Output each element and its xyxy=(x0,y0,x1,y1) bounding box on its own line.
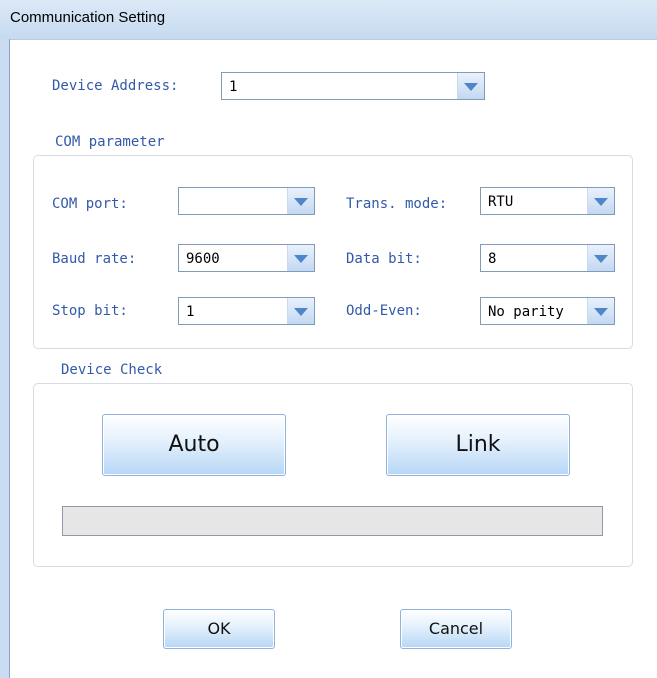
chevron-down-icon[interactable] xyxy=(287,188,314,214)
chevron-down-icon[interactable] xyxy=(287,245,314,271)
ok-button[interactable]: OK xyxy=(163,609,275,649)
cancel-button[interactable]: Cancel xyxy=(400,609,512,649)
stop-bit-value: 1 xyxy=(186,304,195,320)
chevron-down-icon[interactable] xyxy=(587,298,614,324)
chevron-down-icon[interactable] xyxy=(587,188,614,214)
progress-bar xyxy=(62,506,603,536)
window-frame-left xyxy=(0,39,9,678)
data-bit-combo[interactable]: 8 xyxy=(480,244,615,272)
odd-even-value: No parity xyxy=(488,304,564,320)
odd-even-combo[interactable]: No parity xyxy=(480,297,615,325)
auto-button[interactable]: Auto xyxy=(102,414,286,476)
title-bar[interactable]: Communication Setting xyxy=(0,0,657,40)
odd-even-label: Odd-Even: xyxy=(346,303,422,319)
trans-mode-combo[interactable]: RTU xyxy=(480,187,615,215)
baud-rate-combo[interactable]: 9600 xyxy=(178,244,315,272)
device-check-group-title: Device Check xyxy=(61,362,163,378)
baud-rate-value: 9600 xyxy=(186,251,220,267)
com-port-label: COM port: xyxy=(52,196,128,212)
chevron-down-icon[interactable] xyxy=(287,298,314,324)
device-address-combo[interactable]: 1 xyxy=(221,72,485,100)
trans-mode-value: RTU xyxy=(488,194,514,210)
window-title: Communication Setting xyxy=(10,9,166,26)
link-button[interactable]: Link xyxy=(386,414,570,476)
stop-bit-combo[interactable]: 1 xyxy=(178,297,315,325)
com-port-combo[interactable] xyxy=(178,187,315,215)
data-bit-label: Data bit: xyxy=(346,251,422,267)
com-parameter-group-title: COM parameter xyxy=(55,134,165,150)
chevron-down-icon[interactable] xyxy=(457,73,484,99)
device-address-value: 1 xyxy=(229,79,238,95)
data-bit-value: 8 xyxy=(488,251,497,267)
chevron-down-icon[interactable] xyxy=(587,245,614,271)
device-address-label: Device Address: xyxy=(52,78,179,94)
trans-mode-label: Trans. mode: xyxy=(346,196,448,212)
stop-bit-label: Stop bit: xyxy=(52,303,128,319)
baud-rate-label: Baud rate: xyxy=(52,251,137,267)
